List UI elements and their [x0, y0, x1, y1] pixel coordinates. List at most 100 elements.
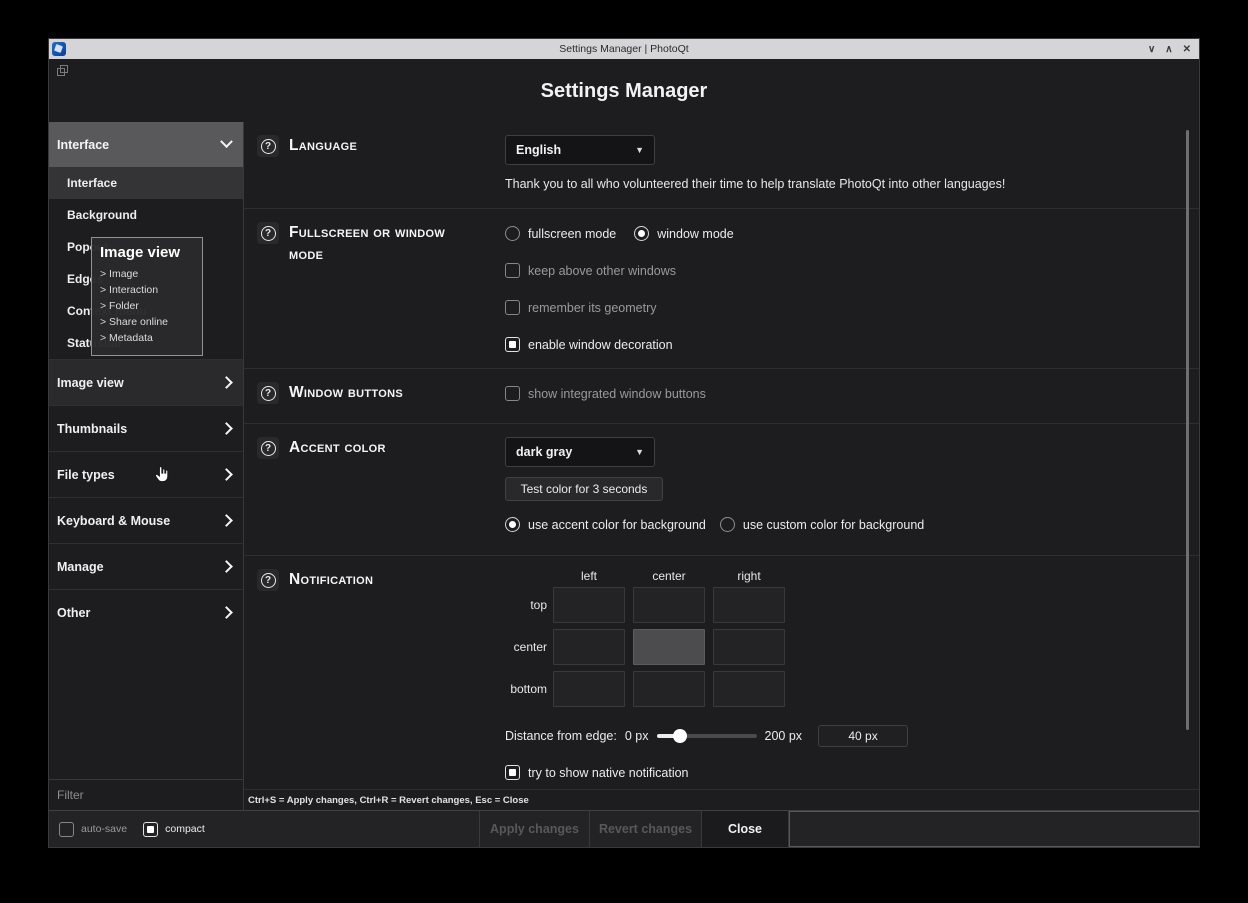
radio-icon [720, 517, 735, 532]
position-cell-center-center[interactable] [633, 629, 705, 665]
sidebar-subitem-background[interactable]: Background [49, 199, 243, 231]
section-title-notification: Notification [289, 569, 403, 591]
fullscreen-mode-radio[interactable]: fullscreen mode [505, 222, 616, 245]
chevron-right-icon [220, 468, 233, 481]
distance-slider[interactable] [657, 729, 757, 743]
auto-save-checkbox[interactable]: auto-save [59, 822, 127, 837]
header: Settings Manager [49, 59, 1199, 122]
keep-above-checkbox[interactable]: keep above other windows [505, 259, 1199, 282]
image-view-tooltip: Image view > Image > Interaction > Folde… [91, 237, 203, 356]
sidebar-subitem-interface[interactable]: Interface [49, 167, 243, 199]
settings-content: ? Language English ▼ Thank you to all wh… [244, 122, 1199, 810]
shortcut-hint-text: Ctrl+S = Apply changes, Ctrl+R = Revert … [248, 795, 529, 806]
position-cell-top-left[interactable] [553, 587, 625, 623]
position-cell-bottom-right[interactable] [713, 671, 785, 707]
sidebar-category-thumbnails[interactable]: Thumbnails [49, 405, 243, 451]
section-title-language: Language [289, 135, 387, 157]
accent-color-dropdown[interactable]: dark gray ▼ [505, 437, 655, 467]
chevron-down-icon [220, 135, 233, 148]
sidebar-category-file-types[interactable]: File types [49, 451, 243, 497]
grid-row-center: center [505, 640, 547, 654]
vertical-scrollbar[interactable] [1186, 130, 1189, 730]
settings-manager-window: Settings Manager | PhotoQt ∨ ∧ ✕ Setting… [48, 38, 1200, 848]
accent-background-radio[interactable]: use accent color for background [505, 513, 706, 536]
chevron-right-icon [220, 376, 233, 389]
position-cell-top-right[interactable] [713, 587, 785, 623]
compact-checkbox[interactable]: compact [143, 822, 205, 837]
test-color-button[interactable]: Test color for 3 seconds [505, 477, 663, 501]
sidebar-category-interface[interactable]: Interface [49, 122, 243, 167]
position-cell-center-left[interactable] [553, 629, 625, 665]
help-icon[interactable]: ? [257, 382, 279, 404]
dropdown-caret-icon: ▼ [635, 145, 644, 155]
grid-row-bottom: bottom [505, 682, 547, 696]
apply-changes-button[interactable]: Apply changes [479, 811, 589, 847]
chevron-right-icon [220, 560, 233, 573]
section-language: ? Language English ▼ Thank you to all wh… [244, 122, 1199, 208]
help-icon[interactable]: ? [257, 135, 279, 157]
shortcut-hint-bar: Ctrl+S = Apply changes, Ctrl+R = Revert … [244, 789, 1199, 810]
tooltip-item: > Folder [100, 298, 194, 314]
tooltip-item: > Share online [100, 314, 194, 330]
custom-background-radio[interactable]: use custom color for background [720, 513, 924, 536]
checkbox-icon [505, 300, 520, 315]
position-cell-top-center[interactable] [633, 587, 705, 623]
filter-row [49, 779, 243, 810]
position-cell-bottom-left[interactable] [553, 671, 625, 707]
bottom-bar: auto-save compact Apply changes Revert c… [49, 810, 1199, 847]
sidebar-category-image-view[interactable]: Image view [49, 359, 243, 405]
window-decoration-checkbox[interactable]: enable window decoration [505, 333, 1199, 356]
checkbox-icon [59, 822, 74, 837]
tooltip-item: > Metadata [100, 330, 194, 346]
chevron-right-icon [220, 606, 233, 619]
section-accent-color: ? Accent color dark gray ▼ Test color fo… [244, 423, 1199, 555]
tooltip-item: > Interaction [100, 282, 194, 298]
translation-note: Thank you to all who volunteered their t… [505, 177, 1199, 191]
distance-value-box[interactable]: 40 px [818, 725, 908, 747]
tooltip-item: > Image [100, 266, 194, 282]
radio-icon [505, 226, 520, 241]
grid-col-left: left [553, 569, 625, 583]
tooltip-title: Image view [100, 244, 194, 261]
bottom-bar-spacer [789, 811, 1199, 847]
filter-input[interactable] [49, 788, 243, 802]
section-title-fullscreen: Fullscreen or window mode [289, 222, 505, 267]
help-icon[interactable]: ? [257, 569, 279, 591]
distance-label: Distance from edge: [505, 729, 617, 743]
native-notification-checkbox[interactable]: try to show native notification [505, 761, 1199, 784]
titlebar[interactable]: Settings Manager | PhotoQt ∨ ∧ ✕ [49, 39, 1199, 59]
slider-max-label: 200 px [765, 729, 803, 743]
slider-handle[interactable] [673, 729, 687, 743]
checkbox-checked-icon [505, 337, 520, 352]
sidebar-category-keyboard-mouse[interactable]: Keyboard & Mouse [49, 497, 243, 543]
grid-col-center: center [633, 569, 705, 583]
notification-position-grid: left center right top center [505, 569, 1199, 713]
sidebar-category-manage[interactable]: Manage [49, 543, 243, 589]
position-cell-center-right[interactable] [713, 629, 785, 665]
revert-changes-button[interactable]: Revert changes [589, 811, 701, 847]
popin-windows-icon[interactable] [57, 65, 68, 76]
checkbox-checked-icon [505, 765, 520, 780]
section-fullscreen-mode: ? Fullscreen or window mode fullscreen m… [244, 208, 1199, 368]
radio-selected-icon [505, 517, 520, 532]
page-title: Settings Manager [49, 59, 1199, 103]
section-window-buttons: ? Window buttons show integrated window … [244, 368, 1199, 423]
chevron-right-icon [220, 514, 233, 527]
window-mode-radio[interactable]: window mode [634, 222, 733, 245]
checkbox-checked-icon [143, 822, 158, 837]
grid-row-top: top [505, 598, 547, 612]
section-title-accent-color: Accent color [289, 437, 416, 459]
sidebar: Interface Interface Background Popout Ed… [49, 122, 244, 810]
grid-col-right: right [713, 569, 785, 583]
close-button[interactable]: Close [701, 811, 789, 847]
integrated-window-buttons-checkbox[interactable]: show integrated window buttons [505, 382, 1199, 405]
remember-geometry-checkbox[interactable]: remember its geometry [505, 296, 1199, 319]
position-cell-bottom-center[interactable] [633, 671, 705, 707]
section-notification: ? Notification left center right top [244, 555, 1199, 789]
checkbox-icon [505, 263, 520, 278]
hand-cursor-icon [153, 464, 170, 490]
sidebar-category-other[interactable]: Other [49, 589, 243, 635]
help-icon[interactable]: ? [257, 437, 279, 459]
language-dropdown[interactable]: English ▼ [505, 135, 655, 165]
help-icon[interactable]: ? [257, 222, 279, 244]
